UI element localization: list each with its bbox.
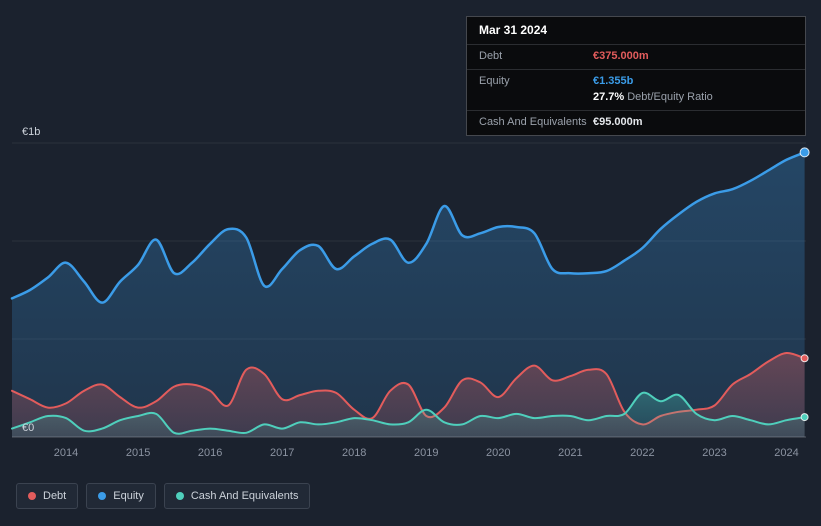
ratio-value: 27.7%: [593, 91, 625, 103]
x-axis-label: 2019: [414, 447, 438, 459]
tooltip-debt-value: €375.000m: [593, 50, 649, 62]
x-axis-label: 2015: [126, 447, 150, 459]
x-axis-label: 2018: [342, 447, 366, 459]
chart-legend: Debt Equity Cash And Equivalents: [16, 483, 311, 509]
ratio-label: Debt/Equity Ratio: [627, 91, 713, 103]
y-axis-label-1b: €1b: [22, 126, 40, 138]
tooltip-debt-row: Debt €375.000m: [467, 45, 805, 70]
equity-end-dot[interactable]: [799, 147, 810, 158]
legend-item-equity-label: Equity: [113, 490, 144, 502]
tooltip-date: Mar 31 2024: [467, 17, 805, 45]
debt-end-dot[interactable]: [800, 354, 809, 363]
x-axis-label: 2023: [702, 447, 726, 459]
debt-equity-history-page: { "tooltip": { "date": "Mar 31 2024", "d…: [0, 0, 821, 526]
x-axis-label: 2014: [54, 447, 78, 459]
cash-and-equivalents-end-dot[interactable]: [800, 413, 809, 422]
tooltip-equity-label: Equity: [479, 75, 510, 87]
x-axis-label: 2024: [774, 447, 798, 459]
legend-item-debt-label: Debt: [43, 490, 67, 502]
tooltip-cash-label: Cash And Equivalents: [479, 116, 587, 128]
debt-series-dot-icon: [28, 492, 36, 500]
legend-item-cash[interactable]: Cash And Equivalents: [163, 483, 311, 509]
tooltip-cash-row: Cash And Equivalents €95.000m: [467, 111, 805, 135]
equity-series-dot-icon: [98, 492, 107, 500]
legend-item-cash-label: Cash And Equivalents: [190, 490, 299, 502]
x-axis-label: 2022: [630, 447, 654, 459]
x-axis-label: 2021: [558, 447, 582, 459]
tooltip-cash-value: €95.000m: [593, 116, 643, 128]
tooltip-equity-row: Equity €1.355b 27.7% Debt/Equity Ratio: [467, 70, 805, 111]
y-axis-label-0: €0: [22, 422, 34, 434]
tooltip-debt-equity-ratio: 27.7% Debt/Equity Ratio: [593, 90, 713, 105]
x-axis-label: 2017: [270, 447, 294, 459]
x-axis-label: 2016: [198, 447, 222, 459]
chart-tooltip: Mar 31 2024 Debt €375.000m Equity €1.355…: [466, 16, 806, 136]
tooltip-equity-value: €1.355b: [593, 75, 634, 87]
tooltip-debt-label: Debt: [479, 50, 503, 62]
cash-series-dot-icon: [175, 492, 184, 500]
legend-item-equity[interactable]: Equity: [86, 483, 156, 509]
x-axis-label: 2020: [486, 447, 510, 459]
legend-item-debt[interactable]: Debt: [16, 483, 79, 509]
